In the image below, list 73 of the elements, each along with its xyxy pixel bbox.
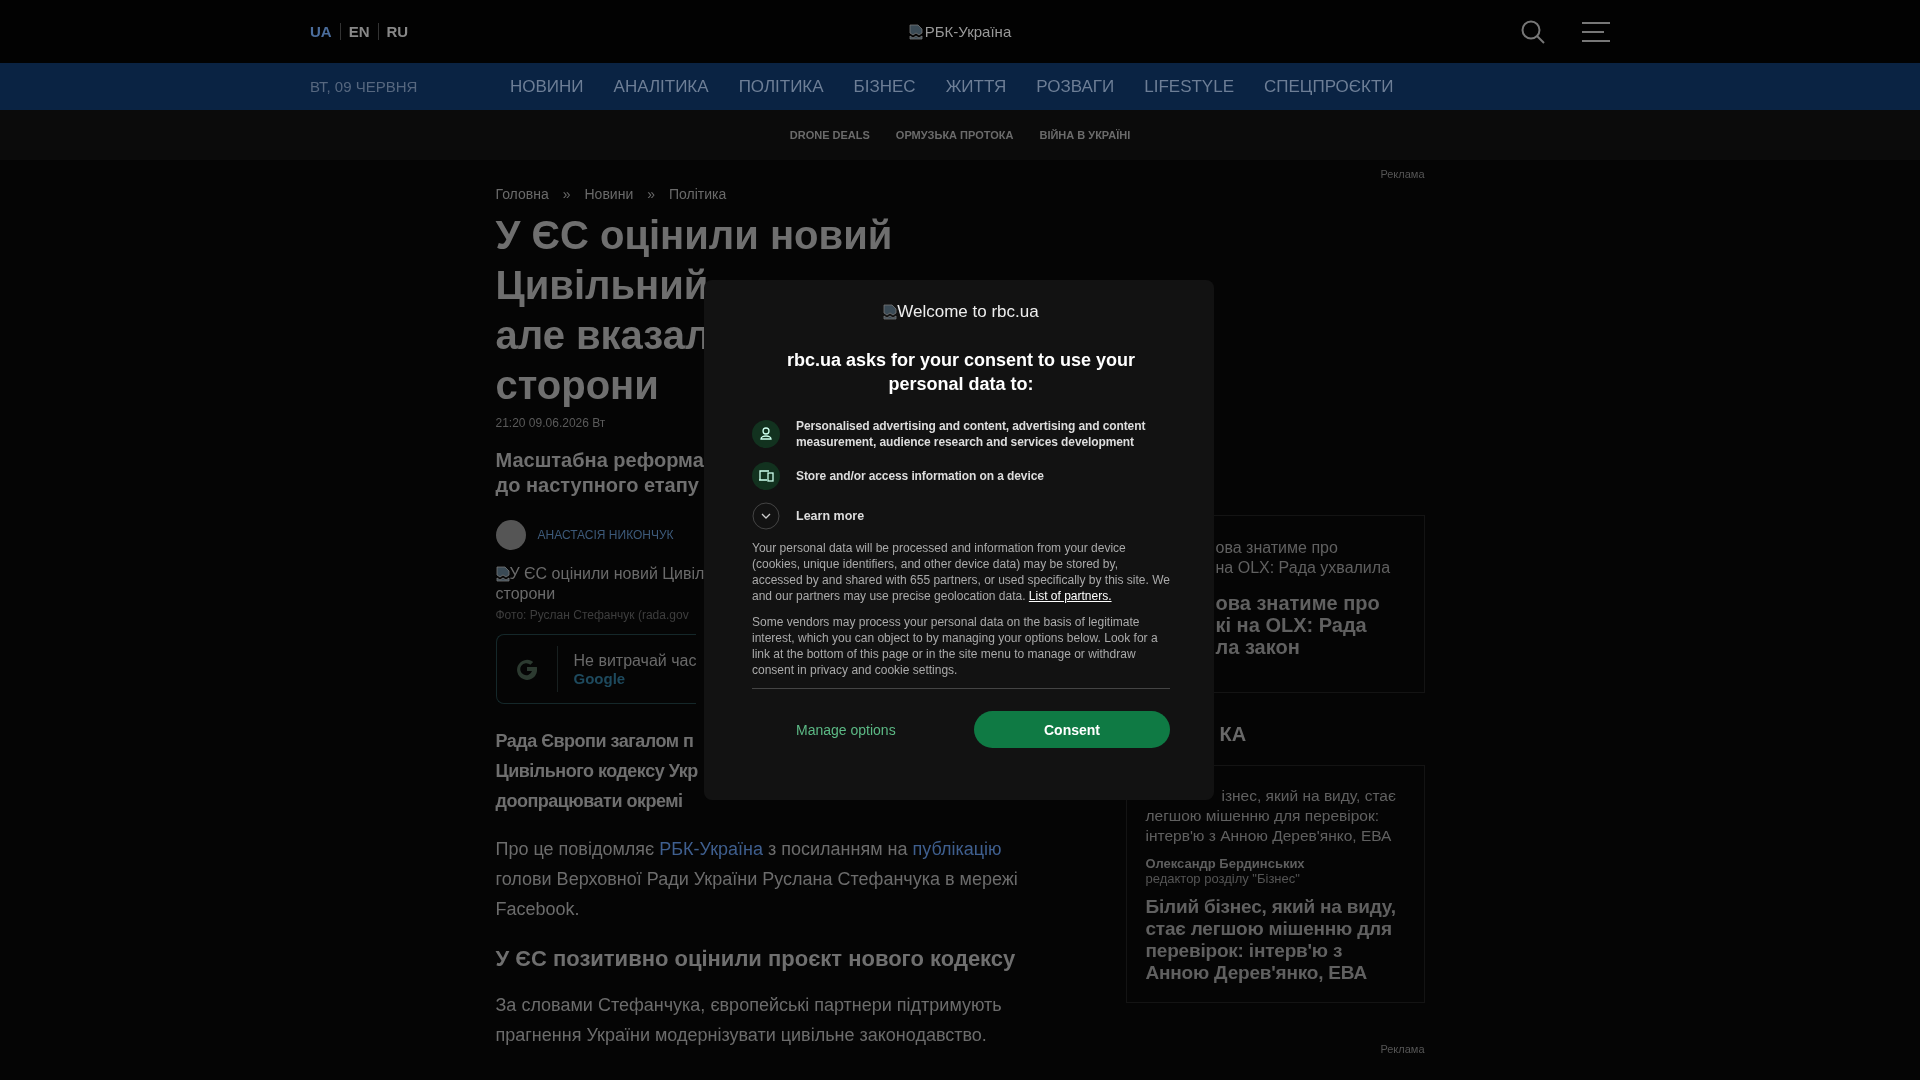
nav-link[interactable]: РОЗВАГИ — [1036, 76, 1115, 97]
breadcrumb-separator: » — [647, 186, 655, 202]
broken-image-icon — [495, 566, 510, 582]
breadcrumb-link[interactable]: Новини — [584, 186, 634, 202]
card-title: кі на OLX: Рада — [1215, 614, 1368, 636]
article-title: У ЄС оцінили новий — [495, 212, 893, 259]
promo-link[interactable]: Google — [573, 669, 697, 687]
article-lead-paragraph: доопрацювати окремі — [495, 790, 684, 813]
section-heading: У ЄС позитивно оцінили проєкт нового кодексу — [495, 946, 1017, 972]
learn-more-toggle[interactable]: Learn more — [752, 502, 865, 530]
broken-image-icon — [908, 23, 923, 40]
article-paragraph: За словами Стефанчука, європейські партнери підтримують прагнення України модернізувати цивільне законодавство. — [495, 994, 1003, 1047]
article-lead-paragraph: Цивільного кодексу Укр — [495, 760, 698, 783]
nav-link[interactable]: АНАЛІТИКА — [613, 76, 709, 97]
card-summary: інтерв'ю з Анною Дерев'янко, ЕВА — [1145, 826, 1393, 846]
card-summary: легшою мішенню для перевірок: — [1145, 806, 1381, 826]
article-lead: Масштабна реформа — [495, 448, 704, 473]
article-title: сторони — [495, 362, 659, 409]
topic-link[interactable]: DRONE DEALS — [789, 129, 870, 141]
publish-date: 21:20 09.06.2026 Вт — [495, 416, 606, 430]
breadcrumb-link[interactable]: Головна — [495, 186, 549, 202]
nav-link[interactable]: LIFESTYLE — [1144, 76, 1234, 97]
author-role: редактор розділу "Бізнес" — [1145, 871, 1301, 886]
promo-card[interactable]: Не витрачай час Google — [495, 634, 697, 704]
inline-link[interactable]: РБК-Україна — [659, 839, 763, 859]
current-date: ВТ, 09 ЧЕРВНЯ — [310, 78, 419, 95]
card-author: Олександр Бердинських — [1145, 856, 1306, 871]
devices-icon — [752, 462, 780, 490]
language-link[interactable]: EN — [339, 23, 378, 40]
photo-caption: Фото: Руслан Стефанчук (rada.gov — [495, 608, 689, 622]
menu-icon[interactable] — [1582, 21, 1610, 42]
purpose-text: Store and/or access information on a device — [796, 468, 1044, 484]
purpose-text: Personalised advertising and content, advertising and content measurement, audience research and services development — [796, 418, 1147, 450]
inline-link[interactable]: публікацію — [912, 839, 1002, 859]
nav-link[interactable]: СПЕЦПРОЄКТИ — [1264, 76, 1394, 97]
logo-alt-text[interactable]: РБК-Україна — [924, 23, 1012, 40]
nav-link[interactable]: ЖИТТЯ — [945, 76, 1007, 97]
logo-alt-text: Welcome to rbc.ua — [897, 302, 1039, 322]
nav-link[interactable]: ПОЛІТИКА — [738, 76, 824, 97]
broken-image-icon — [883, 304, 898, 320]
section-title: КА — [1218, 722, 1248, 745]
article-paragraph: Про це повідомляє РБК-Україна з посиланням на публікацію голови Верховної Ради України Руслана Стефанчука в мережі Facebook. — [495, 838, 1019, 921]
manage-options-button[interactable]: Manage options — [796, 721, 896, 738]
nav-link[interactable]: НОВИНИ — [510, 76, 584, 97]
language-link[interactable]: UA — [310, 23, 340, 40]
promo-text: Не витрачай час — [573, 651, 697, 670]
ad-label: Реклама — [1379, 168, 1425, 180]
card-summary: ова знатиме про — [1215, 538, 1339, 558]
breadcrumb-link[interactable]: Політика — [669, 186, 727, 202]
article-lead: до наступного етапу — [495, 473, 699, 498]
ad-label: Реклама — [1379, 1043, 1425, 1055]
card-summary: на OLX: Рада ухвалила — [1215, 558, 1392, 578]
article-lead-paragraph: Рада Європи загалом п — [495, 730, 695, 753]
breadcrumb-separator: » — [562, 186, 571, 202]
author-avatar — [495, 520, 526, 550]
image-alt-text: У ЄС оцінили новий Цивіл — [509, 564, 705, 584]
article-title: Цивільний — [495, 262, 709, 309]
topic-link[interactable]: ВІЙНА В УКРАЇНІ — [1039, 129, 1131, 141]
nav-link[interactable]: БІЗНЕС — [853, 76, 916, 97]
partners-link[interactable]: List of partners. — [1028, 589, 1112, 603]
person-icon — [752, 420, 780, 448]
card-title: ла закон — [1215, 636, 1301, 658]
consent-button[interactable]: Consent — [974, 711, 1170, 748]
chevron-down-icon — [752, 502, 780, 530]
card-title: ова знатиме про — [1215, 592, 1381, 614]
topic-link[interactable]: ОРМУЗЬКА ПРОТОКА — [895, 129, 1014, 141]
dialog-heading: rbc.ua asks for your consent to use your personal data to: — [785, 349, 1137, 396]
search-icon[interactable] — [1520, 18, 1546, 45]
author-link[interactable]: АНАСТАСІЯ НИКОНЧУК — [537, 528, 674, 542]
card-title: Білий бізнес, який на виду, стає легшою мішенню для перевірок: інтерв'ю з Анною Дерев'янко, ЕВА — [1145, 896, 1397, 984]
card-summary: ізнес, який на виду, стає — [1220, 786, 1397, 806]
language-link[interactable]: RU — [377, 23, 417, 40]
image-alt-text: сторони — [495, 584, 556, 604]
